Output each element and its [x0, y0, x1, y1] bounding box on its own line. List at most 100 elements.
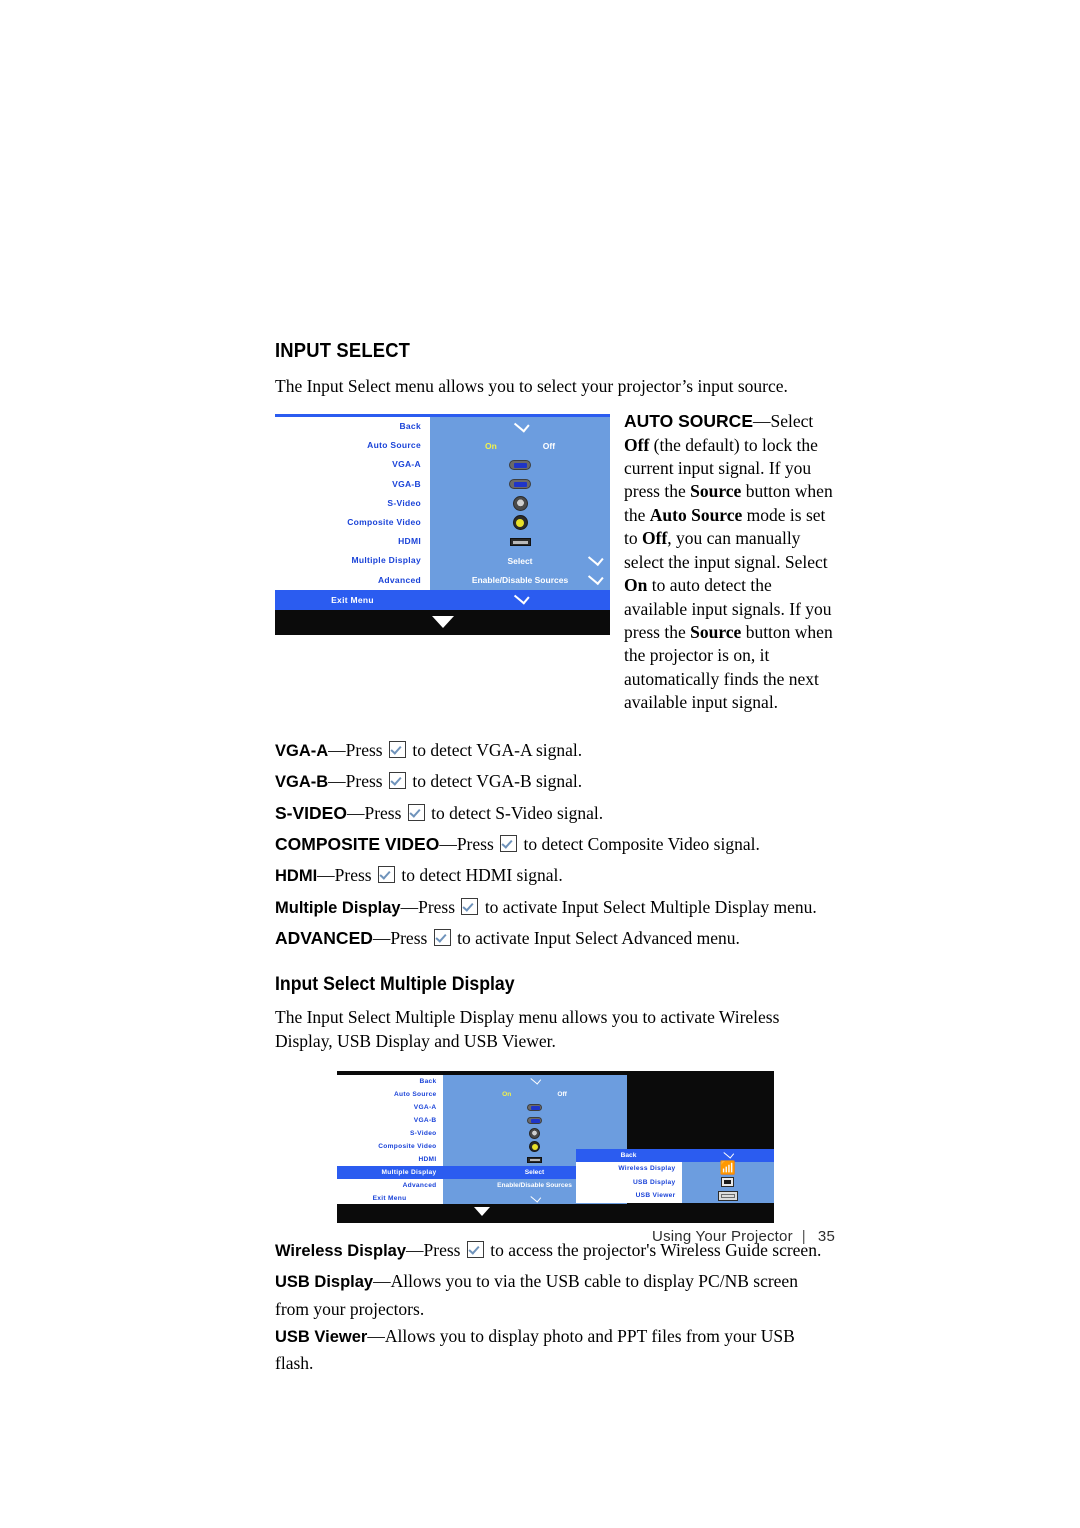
- term-description-text: to activate Input Select Advanced menu.: [452, 928, 740, 949]
- auto-source-dash: —: [753, 411, 771, 432]
- osd-submenu-row-label: USB Display: [575, 1175, 682, 1190]
- document-page: INPUT SELECT The Input Select menu allow…: [0, 0, 1080, 1528]
- term-description-text: to activate Input Select Multiple Displa…: [480, 896, 817, 917]
- osd-row[interactable]: Back: [336, 1074, 627, 1088]
- term-line-vga-a: VGA-A—Press to detect VGA-A signal.: [275, 737, 835, 765]
- check-icon: [513, 417, 530, 433]
- multiple-display-terms-list: Wireless Display—Press to access the pro…: [275, 1237, 835, 1378]
- osd-row-value: [430, 455, 610, 475]
- term-dash: —: [317, 865, 335, 886]
- osd-submenu-row-value: 📶: [681, 1162, 774, 1176]
- osd-row-label: Composite Video: [275, 513, 430, 533]
- chevron-down-icon: [473, 1207, 490, 1217]
- term-label-s-video: S-VIDEO: [275, 802, 347, 823]
- check-icon: [530, 1074, 542, 1085]
- osd-row[interactable]: VGA-B: [275, 474, 610, 494]
- osd-value-text: Enable/Disable Sources: [471, 575, 569, 586]
- input-terms-list: VGA-A—Press to detect VGA-A signal. VGA-B…: [275, 737, 835, 953]
- osd-submenu-row[interactable]: Wireless Display 📶: [575, 1162, 774, 1176]
- auto-source-b2: Source: [690, 481, 742, 502]
- auto-source-b5: On: [624, 575, 648, 596]
- term-description-text: to detect S-Video signal.: [426, 802, 604, 823]
- multiple-display-intro: The Input Select Multiple Display menu a…: [275, 1007, 780, 1051]
- osd-row-value: [442, 1100, 627, 1114]
- osd-row-value: Select: [430, 550, 610, 571]
- osd-submenu-back-row[interactable]: Back: [575, 1148, 774, 1163]
- osd-value-text: Select: [524, 1169, 545, 1177]
- vga-connector-icon: [509, 460, 531, 471]
- osd-row[interactable]: VGA-A: [275, 455, 610, 475]
- osd-input-select-menu: Back Auto Source On Off VGA-A VGA-B S-Video Com…: [275, 414, 610, 635]
- osd-row[interactable]: Auto Source On Off: [275, 436, 610, 456]
- osd-row[interactable]: Multiple Display Select: [275, 550, 610, 571]
- hdmi-connector-icon: [509, 537, 531, 546]
- hdmi-connector-icon: [527, 1156, 542, 1163]
- osd-value-off[interactable]: Off: [543, 441, 555, 451]
- term-description-text: to detect VGA-B signal.: [408, 771, 583, 792]
- term-dash: —: [328, 739, 346, 760]
- enter-checkmark-icon: [407, 803, 425, 821]
- osd-submenu-row-value: [681, 1189, 774, 1203]
- osd-row[interactable]: HDMI: [275, 532, 610, 552]
- osd-submenu-row[interactable]: USB Display: [575, 1175, 774, 1190]
- osd-row[interactable]: VGA-A: [336, 1100, 627, 1114]
- auto-source-term: AUTO SOURCE: [624, 411, 753, 432]
- osd-row-label: Auto Source: [275, 436, 430, 456]
- term-line-usb-viewer: USB Viewer—Allows you to display photo a…: [275, 1323, 835, 1378]
- osd-row-value: [430, 417, 610, 437]
- osd-row[interactable]: S-Video: [336, 1126, 627, 1141]
- footer-separator: |: [801, 1228, 806, 1245]
- osd-row-label: Back: [275, 417, 430, 437]
- osd-row[interactable]: VGA-B: [336, 1113, 627, 1127]
- osd-row[interactable]: Back: [275, 417, 610, 437]
- osd-exit-menu-row[interactable]: Exit Menu: [275, 589, 610, 610]
- figure-1-block: Back Auto Source On Off VGA-A VGA-B S-Video Com…: [275, 408, 835, 725]
- term-label-multiple-display: Multiple Display: [275, 898, 401, 917]
- term-dash: —: [372, 928, 391, 949]
- osd-rows: Back Auto Source On Off VGA-A VGA-B S-Video Com…: [275, 417, 610, 590]
- osd-submenu-rows: Wireless Display 📶 USB Display USB Viewer: [575, 1162, 774, 1203]
- osd-row[interactable]: Advanced Enable/Disable Sources: [275, 570, 610, 590]
- osd-row-value: [442, 1113, 627, 1127]
- enter-checkmark-icon: [461, 897, 479, 915]
- term-press-text: Press: [345, 771, 387, 792]
- osd-footer-bar: [275, 609, 610, 635]
- vga-connector-icon: [527, 1116, 542, 1124]
- osd-row-value: [442, 1074, 627, 1088]
- term-press-text: Press: [334, 865, 376, 886]
- vga-connector-icon: [527, 1103, 542, 1111]
- osd-value-on[interactable]: On: [502, 1091, 511, 1098]
- term-dash: —: [346, 802, 365, 823]
- chevron-down-icon: [431, 616, 454, 629]
- osd-row-label: VGA-B: [336, 1113, 443, 1127]
- page-footer: Using Your Projector | 35: [275, 1228, 835, 1245]
- osd-row[interactable]: Composite Video: [275, 513, 610, 533]
- term-description-text: to detect HDMI signal.: [397, 865, 563, 886]
- term-line-advanced: ADVANCED—Press to activate Input Select …: [275, 925, 835, 952]
- osd-submenu-row-label: USB Viewer: [575, 1189, 682, 1203]
- usb-viewer-icon: [717, 1190, 738, 1201]
- figure-2-block: Back Auto Source On Off VGA-A VGA-B S-Video Com…: [275, 1063, 835, 1223]
- term-press-text: Press: [456, 834, 499, 855]
- enter-checkmark-icon: [389, 740, 406, 758]
- osd-row[interactable]: Auto Source On Off: [336, 1087, 627, 1101]
- osd-row-label: VGA-B: [275, 474, 430, 494]
- osd-submenu-row[interactable]: USB Viewer: [575, 1189, 774, 1203]
- osd-row-label: Multiple Display: [336, 1166, 443, 1180]
- term-dash: —: [328, 771, 346, 792]
- osd-value-off[interactable]: Off: [557, 1091, 567, 1098]
- osd-row-label: Advanced: [336, 1179, 443, 1193]
- osd-value-text: Enable/Disable Sources: [497, 1182, 572, 1190]
- osd-row-label: Composite Video: [336, 1140, 443, 1154]
- section-intro: The Input Select menu allows you to sele…: [275, 376, 788, 396]
- term-line-hdmi: HDMI—Press to detect HDMI signal.: [275, 862, 835, 890]
- osd-row-label: S-Video: [275, 493, 430, 514]
- auto-source-description: AUTO SOURCE—Select Off (the default) to …: [624, 408, 835, 725]
- multiple-display-title: Input Select Multiple Display: [275, 974, 515, 996]
- osd-row-label: S-Video: [336, 1126, 443, 1141]
- page-title: INPUT SELECT: [275, 340, 411, 362]
- enter-checkmark-icon: [500, 835, 518, 853]
- osd-row[interactable]: S-Video: [275, 493, 610, 514]
- osd-value-on[interactable]: On: [485, 441, 497, 451]
- term-line-usb-display: USB Display—Allows you to via the USB ca…: [275, 1268, 835, 1323]
